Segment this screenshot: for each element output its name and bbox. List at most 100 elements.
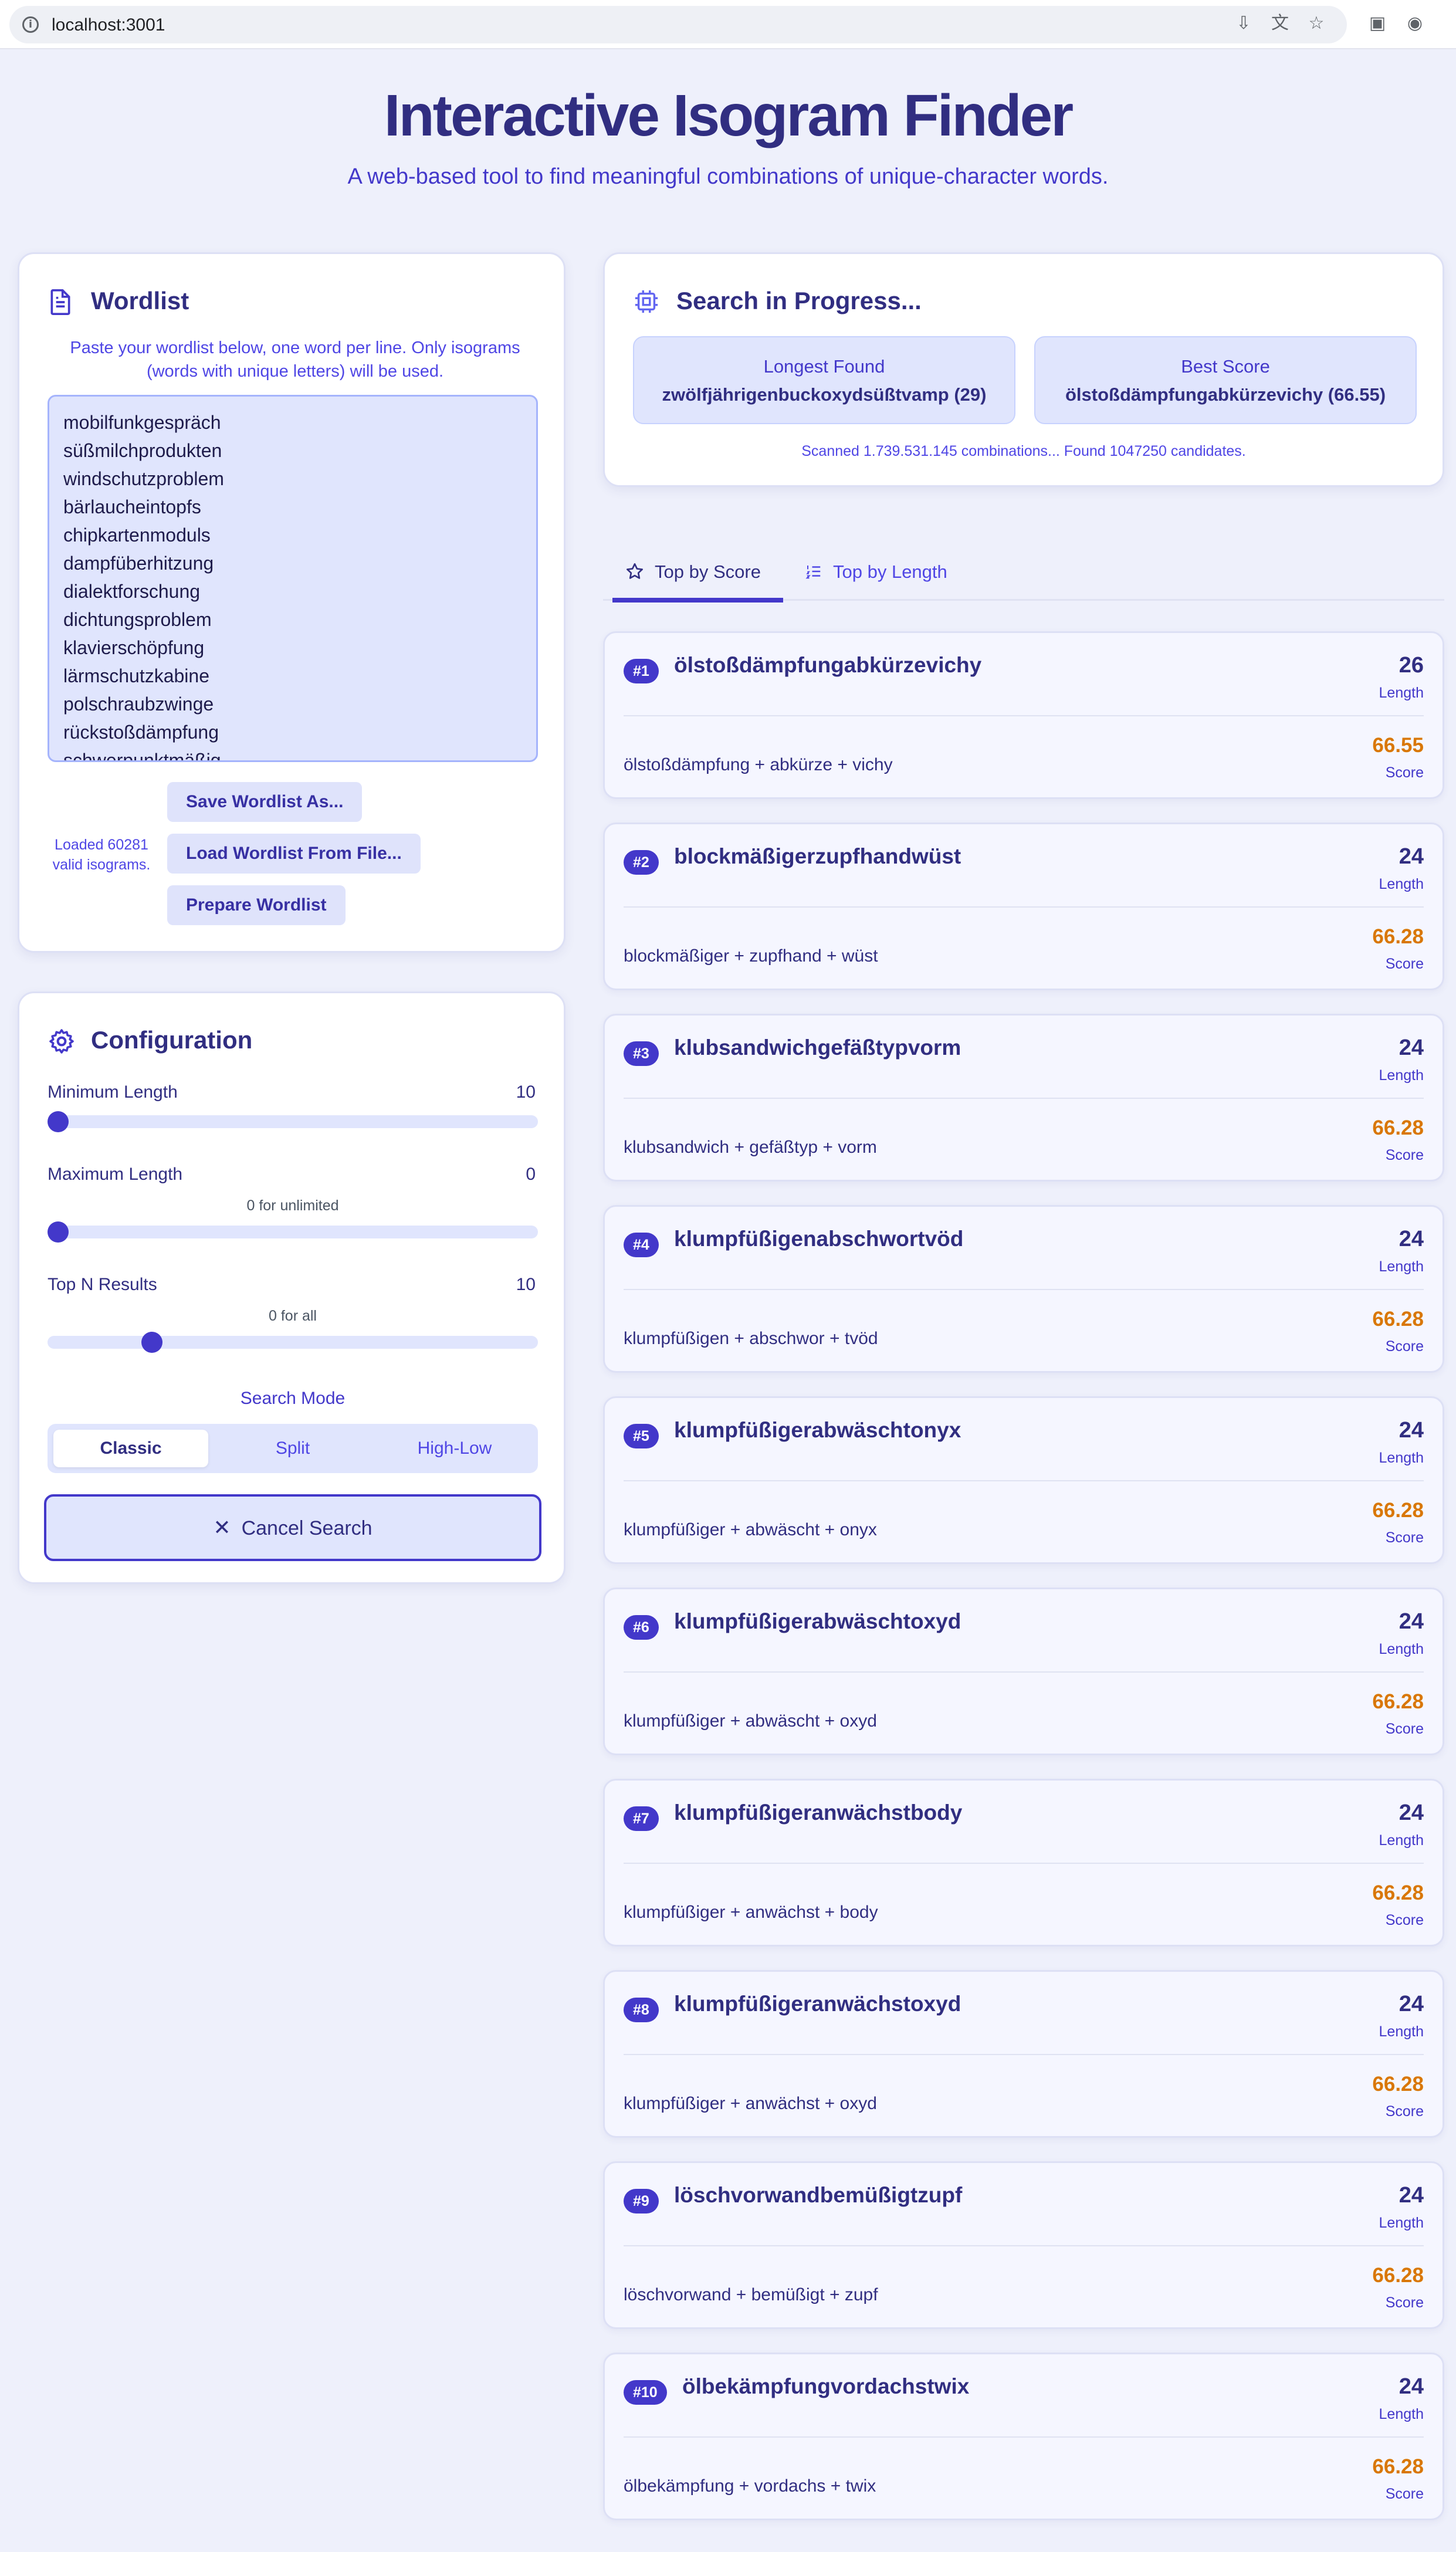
best-score-label: Best Score <box>1181 356 1270 377</box>
result-word: klumpfüßigerabwäschtonyx <box>674 1418 961 1442</box>
document-icon <box>50 289 70 315</box>
search-mode-split[interactable]: Split <box>215 1430 370 1467</box>
wordlist-status: Loaded 60281 valid isograms. <box>52 837 151 873</box>
site-info-icon[interactable]: i <box>22 16 39 33</box>
result-length-label: Length <box>1379 1832 1424 1849</box>
wordlist-line: klavierschöpfung <box>63 637 205 658</box>
url-text[interactable]: localhost:3001 <box>52 15 165 35</box>
result-score-value: 66.28 <box>1372 1499 1424 1522</box>
top-n-slider[interactable] <box>48 1332 538 1353</box>
result-card[interactable]: #2 blockmäßigerzupfhandwüst 24 Length blockm… <box>603 823 1444 990</box>
top-n-note: 0 for all <box>269 1308 317 1324</box>
search-mode-high-low[interactable]: High-Low <box>377 1430 532 1467</box>
cpu-chip-icon <box>635 290 658 313</box>
result-divider <box>624 715 1424 716</box>
wordlist-card: Wordlist Paste your wordlist below, one … <box>18 252 566 953</box>
result-components: ölstoßdämpfung + abkürze + vichy <box>624 755 893 774</box>
min-length-slider-thumb[interactable] <box>48 1111 69 1132</box>
profile-icon[interactable]: ◉ <box>1403 12 1427 35</box>
extension-icon[interactable]: ▣ <box>1366 12 1389 35</box>
wordlist-line: dialektforschung <box>63 581 201 602</box>
tab-top-by-length[interactable]: Top by Length <box>805 543 947 601</box>
min-length-value: 10 <box>516 1082 536 1102</box>
result-score-label: Score <box>1385 1338 1424 1355</box>
install-app-icon[interactable]: ⇩ <box>1232 12 1255 35</box>
result-components: blockmäßiger + zupfhand + wüst <box>624 946 878 966</box>
search-mode-classic[interactable]: Classic <box>53 1430 208 1467</box>
gear-icon <box>49 1029 74 1054</box>
max-length-note: 0 for unlimited <box>246 1197 339 1214</box>
result-score-label: Score <box>1385 2294 1424 2311</box>
result-score-value: 66.55 <box>1372 734 1424 757</box>
result-length-label: Length <box>1379 2406 1424 2422</box>
best-score-box: Best Score ölstoßdämpfungabkürzevichy (6… <box>1034 336 1417 424</box>
translate-icon[interactable]: 文 <box>1268 12 1292 35</box>
browser-toolbar: i localhost:3001 ⇩ 文 ☆ ▣ ◉ <box>0 0 1456 49</box>
wordlist-line: mobilfunkgespräch <box>63 412 221 433</box>
result-score-label: Score <box>1385 2486 1424 2502</box>
result-score-value: 66.28 <box>1372 1308 1424 1331</box>
result-card[interactable]: #1 ölstoßdämpfungabkürzevichy 26 Length ölst… <box>603 631 1444 799</box>
result-components: klumpfüßigen + abschwor + tvöd <box>624 1329 878 1348</box>
result-components: klumpfüßiger + abwäscht + onyx <box>624 1520 877 1539</box>
result-divider <box>624 1289 1424 1290</box>
wordlist-line: schwerpunktmäßig <box>63 750 221 762</box>
result-card[interactable]: #4 klumpfüßigenabschwortvöd 24 Length klumpf… <box>603 1205 1444 1373</box>
result-card[interactable]: #10 ölbekämpfungvordachstwix 24 Length ölbek… <box>603 2353 1444 2520</box>
result-score-label: Score <box>1385 1147 1424 1163</box>
result-length-label: Length <box>1379 1450 1424 1466</box>
top-n-label: Top N Results <box>48 1275 157 1294</box>
result-card[interactable]: #7 klumpfüßigeranwächstbody 24 Length klumpf… <box>603 1779 1444 1947</box>
result-length-label: Length <box>1379 2023 1424 2040</box>
result-divider <box>624 1098 1424 1099</box>
rank-badge: #7 <box>624 1806 659 1831</box>
bookmark-star-icon[interactable]: ☆ <box>1305 12 1328 35</box>
result-length-value: 24 <box>1399 2183 1424 2208</box>
longest-found-box: Longest Found zwölfjährigenbuckoxydsüßtv… <box>633 336 1015 424</box>
result-word: blockmäßigerzupfhandwüst <box>674 844 961 868</box>
result-components: klumpfüßiger + abwäscht + oxyd <box>624 1711 877 1731</box>
search-progress-card: Search in Progress... Longest Found zwöl… <box>603 252 1444 487</box>
scan-status: Scanned 1.739.531.145 combinations... Fo… <box>801 443 1246 459</box>
tab-top-by-score[interactable]: Top by Score <box>612 543 783 603</box>
cancel-search-button[interactable]: ✕ Cancel Search <box>44 1494 541 1561</box>
wordlist-textarea[interactable]: mobilfunkgespräch süßmilchprodukten windsc… <box>48 395 538 762</box>
prepare-wordlist-button[interactable]: Prepare Wordlist <box>167 885 346 925</box>
result-card[interactable]: #6 klumpfüßigerabwäschtoxyd 24 Length klumpf… <box>603 1588 1444 1755</box>
result-card[interactable]: #5 klumpfüßigerabwäschtonyx 24 Length klumpf… <box>603 1396 1444 1564</box>
configuration-title: Configuration <box>91 1026 253 1054</box>
wordlist-title: Wordlist <box>91 287 189 314</box>
wordlist-line: dampfüberhitzung <box>63 553 214 574</box>
result-score-value: 66.28 <box>1372 1116 1424 1139</box>
result-score-label: Score <box>1385 1529 1424 1546</box>
min-length-label: Minimum Length <box>48 1082 178 1102</box>
cancel-search-label: Cancel Search <box>241 1517 373 1539</box>
max-length-slider[interactable] <box>48 1221 538 1243</box>
result-card[interactable]: #3 klubsandwichgefäßtypvorm 24 Length klubsa… <box>603 1014 1444 1182</box>
tab-top-by-length-label: Top by Length <box>833 561 947 582</box>
result-word: klubsandwichgefäßtypvorm <box>674 1035 961 1060</box>
result-length-value: 24 <box>1399 1418 1424 1443</box>
wordlist-line: rückstoßdämpfung <box>63 722 219 743</box>
tab-top-by-score-label: Top by Score <box>655 561 761 582</box>
result-card[interactable]: #8 klumpfüßigeranwächstoxyd 24 Length klumpf… <box>603 1970 1444 2138</box>
best-score-value: ölstoßdämpfungabkürzevichy (66.55) <box>1065 384 1386 405</box>
load-wordlist-button[interactable]: Load Wordlist From File... <box>167 834 421 874</box>
result-length-value: 24 <box>1399 1227 1424 1251</box>
rank-badge: #5 <box>624 1424 659 1448</box>
wordlist-line: windschutzproblem <box>63 468 224 489</box>
top-n-slider-thumb[interactable] <box>141 1332 162 1353</box>
address-bar[interactable]: i localhost:3001 <box>9 6 1347 43</box>
result-word: klumpfüßigeranwächstbody <box>674 1800 963 1825</box>
result-length-label: Length <box>1379 1258 1424 1275</box>
result-components: klumpfüßiger + anwächst + body <box>624 1903 878 1922</box>
save-wordlist-button[interactable]: Save Wordlist As... <box>167 782 363 822</box>
max-length-slider-thumb[interactable] <box>48 1221 69 1243</box>
result-card[interactable]: #9 löschvorwandbemüßigtzupf 24 Length löschv… <box>603 2161 1444 2329</box>
search-progress-title: Search in Progress... <box>676 287 922 314</box>
min-length-slider[interactable] <box>48 1111 538 1132</box>
rank-badge: #2 <box>624 850 659 875</box>
result-components: klubsandwich + gefäßtyp + vorm <box>624 1138 877 1157</box>
wordlist-line: chipkartenmoduls <box>63 524 211 546</box>
wordlist-line: bärlaucheintopfs <box>63 496 201 517</box>
